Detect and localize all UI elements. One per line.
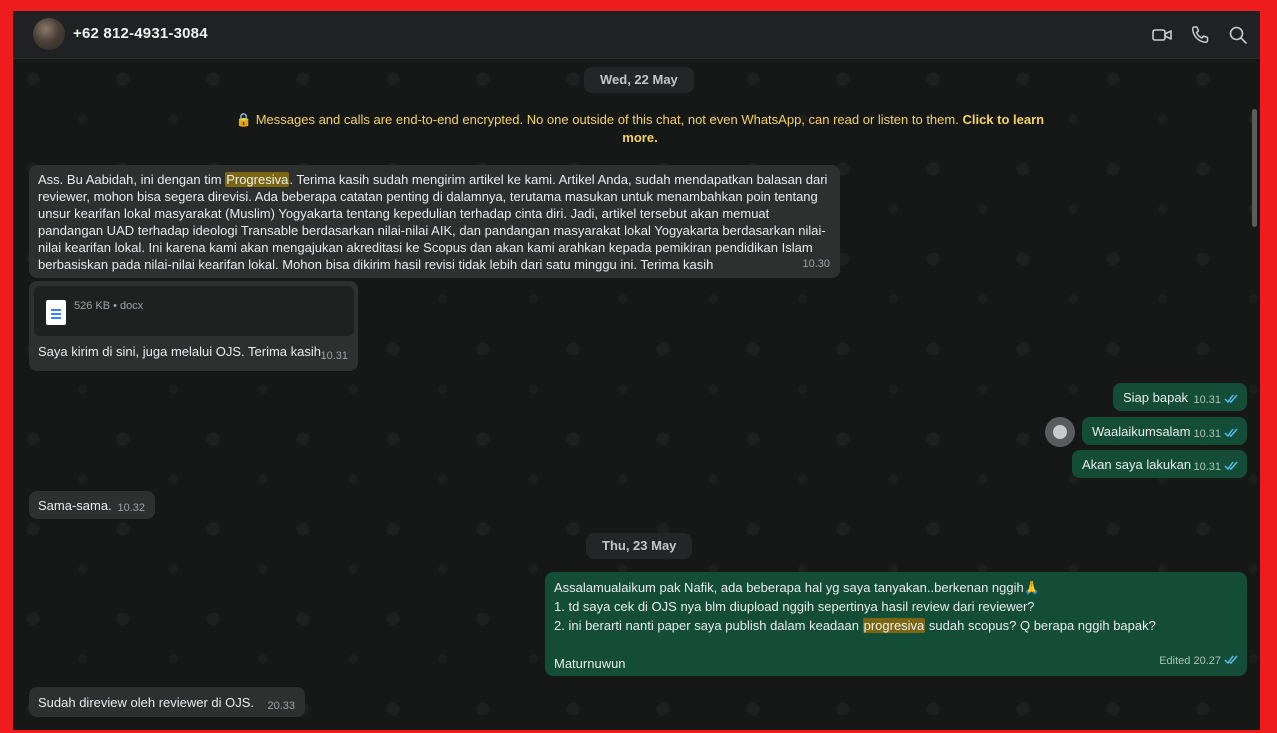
message-text: Siap bapak [1123, 390, 1189, 405]
incoming-message[interactable]: Ass. Bu Aabidah, ini dengan tim Progresi… [29, 165, 840, 278]
emoji-reaction-button[interactable] [1045, 417, 1075, 447]
video-call-icon[interactable] [1151, 24, 1173, 46]
message-time: 10.31 [1193, 392, 1239, 409]
message-text: Waalaikumsalam [1092, 424, 1191, 439]
message-time: 10.32 [117, 502, 145, 514]
message-time: 20.33 [267, 700, 295, 712]
message-time: 10.30 [802, 258, 830, 270]
search-highlight: Progresiva [225, 172, 290, 187]
chat-header: +62 812-4931-3084 [13, 11, 1260, 59]
message-time: Edited 20.27 [1159, 653, 1239, 670]
encryption-text: Messages and calls are end-to-end encryp… [255, 112, 959, 127]
date-separator: Wed, 22 May [584, 67, 694, 93]
search-highlight: progresiva [862, 618, 926, 633]
message-text: Assalamualaikum pak Nafik, ada beberapa … [554, 580, 1156, 671]
encryption-notice[interactable]: 🔒 Messages and calls are end-to-end encr… [235, 111, 1045, 147]
outgoing-message[interactable]: Waalaikumsalam 10.31 [1082, 417, 1247, 445]
pray-emoji: 🙏 [1023, 580, 1040, 595]
contact-avatar[interactable] [33, 18, 65, 50]
scrollbar[interactable] [1252, 109, 1257, 227]
document-icon [46, 300, 66, 325]
file-meta: 526 KB • docx [74, 300, 144, 312]
read-receipt-icon [1224, 428, 1238, 438]
message-time: 10.31 [320, 350, 348, 362]
incoming-message[interactable]: Sudah direview oleh reviewer di OJS. 20.… [29, 687, 305, 717]
outgoing-message[interactable]: Assalamualaikum pak Nafik, ada beberapa … [545, 572, 1247, 676]
read-receipt-icon [1224, 461, 1238, 471]
message-text: Sudah direview oleh reviewer di OJS. [38, 695, 255, 710]
read-receipt-icon [1224, 655, 1238, 665]
message-time: 10.31 [1193, 426, 1239, 443]
edited-label: Edited [1159, 655, 1191, 667]
message-list[interactable]: Wed, 22 May 🔒 Messages and calls are end… [13, 59, 1260, 730]
message-text: Ass. Bu Aabidah, ini dengan tim Progresi… [38, 172, 828, 272]
voice-call-icon[interactable] [1189, 24, 1211, 46]
outgoing-message[interactable]: Siap bapak 10.31 [1113, 383, 1247, 411]
contact-name[interactable]: +62 812-4931-3084 [73, 25, 208, 42]
message-text: Akan saya lakukan [1082, 457, 1192, 472]
date-separator: Thu, 23 May [586, 533, 693, 559]
incoming-message[interactable]: Sama-sama. 10.32 [29, 491, 155, 519]
message-text: Sama-sama. [38, 498, 112, 513]
message-time: 10.31 [1193, 459, 1239, 476]
whatsapp-window: +62 812-4931-3084 Wed, 22 May 🔒 Messages… [13, 11, 1260, 730]
incoming-file-message[interactable]: 526 KB • docx Saya kirim di sini, juga m… [29, 281, 358, 371]
lock-icon: 🔒 [235, 112, 253, 127]
file-attachment[interactable]: 526 KB • docx [34, 286, 354, 336]
message-text: Saya kirim di sini, juga melalui OJS. Te… [38, 344, 321, 359]
search-icon[interactable] [1227, 24, 1249, 46]
read-receipt-icon [1224, 394, 1238, 404]
outgoing-message[interactable]: Akan saya lakukan 10.31 [1072, 450, 1247, 478]
emoji-icon [1053, 425, 1067, 439]
